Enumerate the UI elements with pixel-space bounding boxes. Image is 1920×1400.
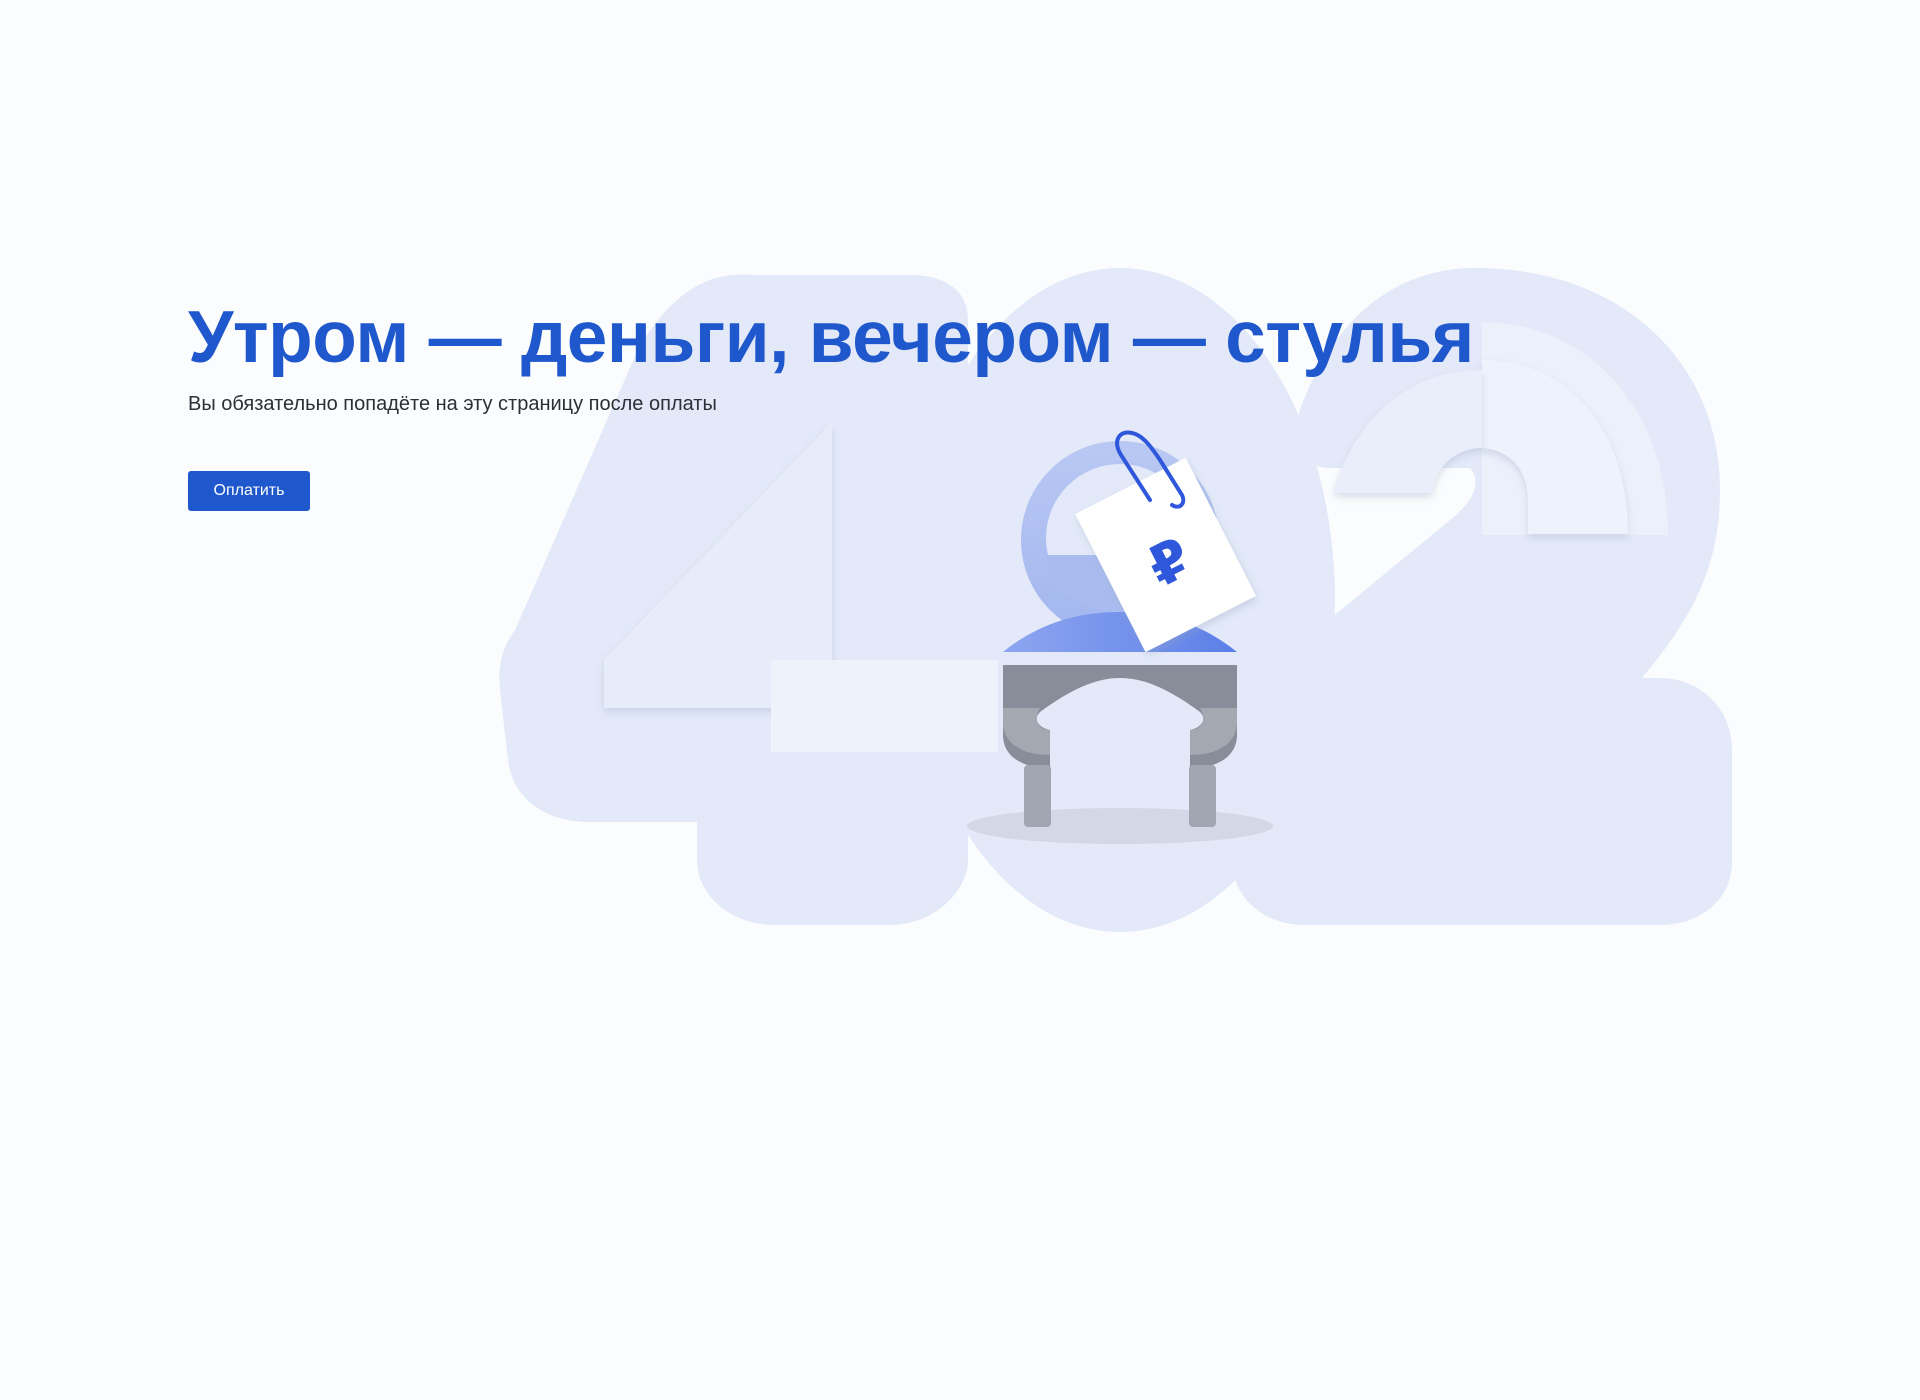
- error-402-illustration: ₽: [499, 268, 1732, 932]
- payment-required-page: ₽ Утром — деньги, вечером — стулья Вы об…: [0, 0, 1920, 1400]
- digit-4-foot-panel: [771, 660, 998, 752]
- pay-button[interactable]: Оплатить: [188, 471, 310, 511]
- page-title: Утром — деньги, вечером — стулья: [188, 297, 1474, 378]
- message-block: Утром — деньги, вечером — стулья Вы обяз…: [188, 296, 1474, 511]
- page-subtitle: Вы обязательно попадёте на эту страницу …: [188, 393, 717, 415]
